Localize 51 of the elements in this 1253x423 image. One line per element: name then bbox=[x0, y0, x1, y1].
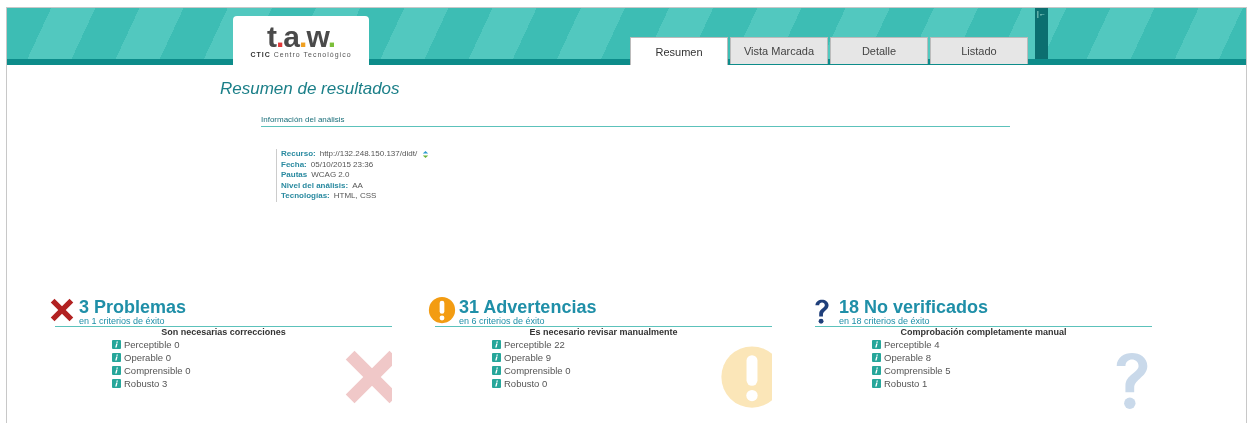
summary-title: 3 Problemas bbox=[79, 296, 187, 317]
cross-icon bbox=[50, 298, 74, 321]
summary-title: 31 Advertencias bbox=[459, 296, 597, 317]
summary-note: Son necesarias correcciones bbox=[160, 326, 287, 338]
principle-count[interactable]: Robusto 3 bbox=[124, 376, 168, 390]
summary-note: Comprobación completamente manual bbox=[899, 326, 1068, 338]
info-icon[interactable] bbox=[872, 352, 881, 362]
principle-count[interactable]: Perceptible 4 bbox=[884, 337, 940, 351]
info-icon[interactable] bbox=[112, 365, 121, 375]
info-icon[interactable] bbox=[112, 339, 121, 349]
question-watermark-icon bbox=[1116, 352, 1148, 409]
info-line: Fecha: 05/10/2015 23:36 bbox=[281, 159, 375, 170]
principle-count[interactable]: Robusto 0 bbox=[504, 376, 548, 390]
principle-count[interactable]: Comprensible 5 bbox=[884, 363, 951, 377]
tab[interactable]: Vista Marcada bbox=[730, 37, 828, 64]
info-icon[interactable] bbox=[492, 352, 501, 362]
info-line: Tecnologías: HTML, CSS bbox=[281, 191, 378, 202]
principle-count[interactable]: Comprensible 0 bbox=[504, 363, 571, 377]
cross-watermark-icon bbox=[345, 350, 392, 403]
info-icon[interactable] bbox=[872, 365, 881, 375]
info-line: Nivel del análisis: AA bbox=[281, 180, 364, 191]
tab[interactable]: Listado bbox=[930, 37, 1028, 64]
info-icon[interactable] bbox=[872, 339, 881, 349]
principle-count[interactable]: Operable 0 bbox=[124, 350, 171, 364]
principle-count[interactable]: Robusto 1 bbox=[884, 376, 928, 390]
info-line: Pautas WCAG 2.0 bbox=[281, 170, 351, 181]
refresh-icon[interactable] bbox=[421, 149, 431, 159]
summary-note: Es necesario revisar manualmente bbox=[528, 326, 679, 338]
tab[interactable]: Resumen bbox=[630, 37, 728, 65]
principle-count[interactable]: Perceptible 22 bbox=[504, 337, 565, 351]
info-icon[interactable] bbox=[492, 365, 501, 375]
info-icon[interactable] bbox=[112, 378, 121, 388]
principle-count[interactable]: Perceptible 0 bbox=[124, 337, 180, 351]
info-icon[interactable] bbox=[492, 339, 501, 349]
info-icon[interactable] bbox=[872, 378, 881, 388]
info-icon[interactable] bbox=[112, 352, 121, 362]
exclamation-watermark-icon bbox=[721, 345, 772, 408]
principle-count[interactable]: Operable 9 bbox=[504, 350, 551, 364]
info-icon[interactable] bbox=[492, 378, 501, 388]
tab[interactable]: Detalle bbox=[830, 37, 928, 64]
page-title: Resumen de resultados bbox=[220, 79, 401, 99]
exclamation-icon bbox=[428, 296, 456, 323]
summary-subtitle: en 1 criterios de éxito bbox=[79, 316, 166, 326]
section-heading: Información del análisis bbox=[261, 115, 1010, 127]
principle-count[interactable]: Operable 8 bbox=[884, 350, 931, 364]
summary-subtitle: en 18 criterios de éxito bbox=[839, 316, 931, 326]
summary-subtitle: en 6 criterios de éxito bbox=[459, 316, 546, 326]
summary-title: 18 No verificados bbox=[839, 296, 989, 317]
info-line: Recurso: http://132.248.150.137/didt/ bbox=[281, 149, 1246, 160]
principle-count[interactable]: Comprensible 0 bbox=[124, 363, 191, 377]
question-icon bbox=[815, 299, 829, 324]
